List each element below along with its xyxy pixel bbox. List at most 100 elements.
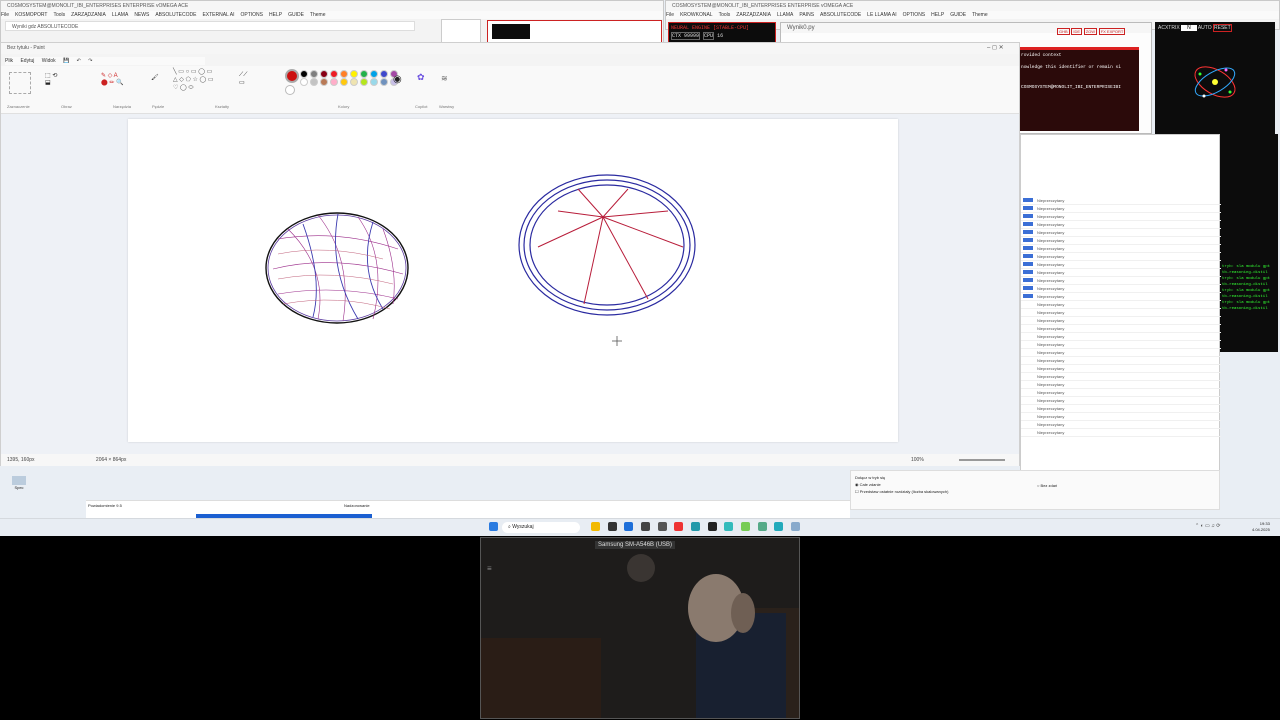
tray-icons[interactable]: ⌃ ◐ ▭ ♫ ⟳ (1195, 523, 1220, 529)
color-swatch[interactable] (320, 70, 328, 78)
color-swatch[interactable] (330, 78, 338, 86)
start-button[interactable] (486, 522, 501, 531)
active-color-swatch[interactable] (285, 69, 299, 83)
list-item[interactable]: Nieprzeczytany (1021, 317, 1221, 325)
menu-left-item-7[interactable]: EXTERNAL AI (202, 12, 234, 18)
menu-right-item-8[interactable]: OPTIONS (903, 12, 926, 18)
shapes-gallery[interactable]: ╲ ▭ ○ ▭ ◯ ▭ △ ◇ ⬠ ☆ ◯ ▭ ♡ ◯ ⬭ (173, 68, 235, 96)
color-picker-icon[interactable]: ◉ (393, 74, 402, 85)
drawing-canvas[interactable] (128, 119, 898, 442)
menu-icon[interactable]: ≡ (487, 564, 492, 573)
list-item[interactable]: Nieprzeczytany (1021, 333, 1221, 341)
menu-right-item-7[interactable]: LE LLAMA AI (867, 12, 896, 18)
secondary-color-swatch[interactable] (285, 85, 295, 95)
list-item[interactable]: Nieprzeczytany (1021, 237, 1221, 245)
list-item[interactable]: Nieprzeczytany (1021, 245, 1221, 253)
menu-left-item-8[interactable]: OPTIONS (241, 12, 264, 18)
list-item[interactable]: Nieprzeczytany (1021, 429, 1221, 437)
color-swatch[interactable] (380, 78, 388, 86)
list-item[interactable]: Nieprzeczytany (1021, 373, 1221, 381)
save-icon[interactable]: 💾 (63, 58, 69, 64)
menu-right-item-6[interactable]: ABSOLUTECODE (820, 12, 861, 18)
btn-zgw[interactable]: ZGW (1083, 28, 1098, 35)
search-box[interactable]: ⌕ Wyszukaj (502, 522, 580, 533)
opt-3[interactable]: ○ Bez zdań (1037, 483, 1057, 488)
undo-icon[interactable]: ↶ (77, 58, 81, 64)
menu-right-item-11[interactable]: Theme (972, 12, 988, 18)
list-item[interactable]: Nieprzeczytany (1021, 301, 1221, 309)
acxtrix-panel[interactable]: ACXTRIX N AUTO RESET (1155, 22, 1275, 134)
explorer-window[interactable]: Nieprzeczytany Nieprzeczytany Nieprzeczyta… (1020, 134, 1221, 510)
color-swatch[interactable] (360, 70, 368, 78)
menu-left-item-0[interactable]: File (1, 12, 9, 18)
color-swatch[interactable] (310, 70, 318, 78)
list-item[interactable]: Nieprzeczytany (1021, 197, 1221, 205)
menu-right-item-5[interactable]: PAINS (799, 12, 814, 18)
list-item[interactable]: Nieprzeczytany (1021, 397, 1221, 405)
zoom-slider[interactable] (959, 459, 1005, 461)
list-item[interactable]: Nieprzeczytany (1021, 405, 1221, 413)
btn-ghb[interactable]: GHB (1057, 28, 1070, 35)
color-swatch[interactable] (380, 70, 388, 78)
menu-right-item-10[interactable]: GUIDE (950, 12, 966, 18)
color-swatch[interactable] (370, 70, 378, 78)
color-swatch[interactable] (340, 78, 348, 86)
list-item[interactable]: Nieprzeczytany (1021, 253, 1221, 261)
menu-left-item-3[interactable]: ZARZĄDZANIA (71, 12, 106, 18)
color-swatch[interactable] (330, 70, 338, 78)
desktop-icon[interactable]: Spec (10, 476, 28, 492)
copilot-icon[interactable]: ✿ (417, 72, 425, 83)
menu-left-item-10[interactable]: GUIDE (288, 12, 304, 18)
layers-icon[interactable]: ≋ (441, 74, 448, 83)
menu-left-item-6[interactable]: ABSOLUTECODE (155, 12, 196, 18)
color-swatch[interactable] (370, 78, 378, 86)
menu-left-item-1[interactable]: KOSMOPORT (15, 12, 47, 18)
list-item[interactable]: Nieprzeczytany (1021, 365, 1221, 373)
menu-widok[interactable]: Widok (42, 58, 56, 64)
color-swatch[interactable] (300, 70, 308, 78)
color-swatch[interactable] (350, 70, 358, 78)
taskbar-apps[interactable] (588, 522, 803, 531)
acxtrix-reset[interactable]: RESET (1213, 24, 1232, 32)
menu-right-item-3[interactable]: ZARZĄDZANIA (736, 12, 771, 18)
cosmosystem-window-left[interactable]: COSMOSYSTEM@MONOLIT_IBI_ENTERPRISES ENTE… (0, 0, 664, 44)
list-item[interactable]: Nieprzeczytany (1021, 205, 1221, 213)
pencil-tool-icon[interactable]: ✎ ◇ A ⬤ ✏ 🔍 (101, 72, 141, 98)
menu-left-item-5[interactable]: NEWS (134, 12, 149, 18)
color-swatch[interactable] (340, 70, 348, 78)
list-item[interactable]: Nieprzeczytany (1021, 349, 1221, 357)
list-item[interactable]: Nieprzeczytany (1021, 413, 1221, 421)
select-tool-icon[interactable] (9, 72, 31, 94)
color-swatch[interactable] (320, 78, 328, 86)
menu-left-item-4[interactable]: LLAMA (112, 12, 128, 18)
menu-left-item-9[interactable]: HELP (269, 12, 282, 18)
color-swatch[interactable] (350, 78, 358, 86)
btn-fx-export[interactable]: FX EXPORT (1098, 28, 1126, 35)
clock[interactable]: 19:33 4.04.2025 (1252, 521, 1270, 533)
menu-right-item-1[interactable]: KROWKONAL (680, 12, 713, 18)
menu-right-item-4[interactable]: LLAMA (777, 12, 793, 18)
list-item[interactable]: Nieprzeczytany (1021, 221, 1221, 229)
list-item[interactable]: Nieprzeczytany (1021, 261, 1221, 269)
menu-right-item-0[interactable]: File (666, 12, 674, 18)
list-item[interactable]: Nieprzeczytany (1021, 285, 1221, 293)
acxtrix-field[interactable]: N (1181, 25, 1197, 31)
window-controls[interactable]: – ◻ ✕ (987, 44, 1004, 51)
crop-tool-icon[interactable]: ⬚ ⟲ ⬓ (45, 72, 75, 98)
list-item[interactable]: Nieprzeczytany (1021, 357, 1221, 365)
list-item[interactable]: Nieprzeczytany (1021, 293, 1221, 301)
list-item[interactable]: Nieprzeczytany (1021, 309, 1221, 317)
list-item[interactable]: Nieprzeczytany (1021, 269, 1221, 277)
menu-left-item-2[interactable]: Tools (53, 12, 65, 18)
menu-edytuj[interactable]: Edytuj (20, 58, 34, 64)
list-item[interactable]: Nieprzeczytany (1021, 389, 1221, 397)
list-item[interactable]: Nieprzeczytany (1021, 341, 1221, 349)
list-item[interactable]: Nieprzeczytany (1021, 213, 1221, 221)
brush-tool-icon[interactable]: 🖌 (151, 74, 167, 96)
redo-icon[interactable]: ↷ (88, 58, 92, 64)
list-item[interactable]: Nieprzeczytany (1021, 381, 1221, 389)
list-item[interactable]: Nieprzeczytany (1021, 277, 1221, 285)
acxtrix-auto[interactable]: AUTO (1198, 25, 1212, 31)
menu-right-item-2[interactable]: Tools (719, 12, 731, 18)
list-item[interactable]: Nieprzeczytany (1021, 229, 1221, 237)
